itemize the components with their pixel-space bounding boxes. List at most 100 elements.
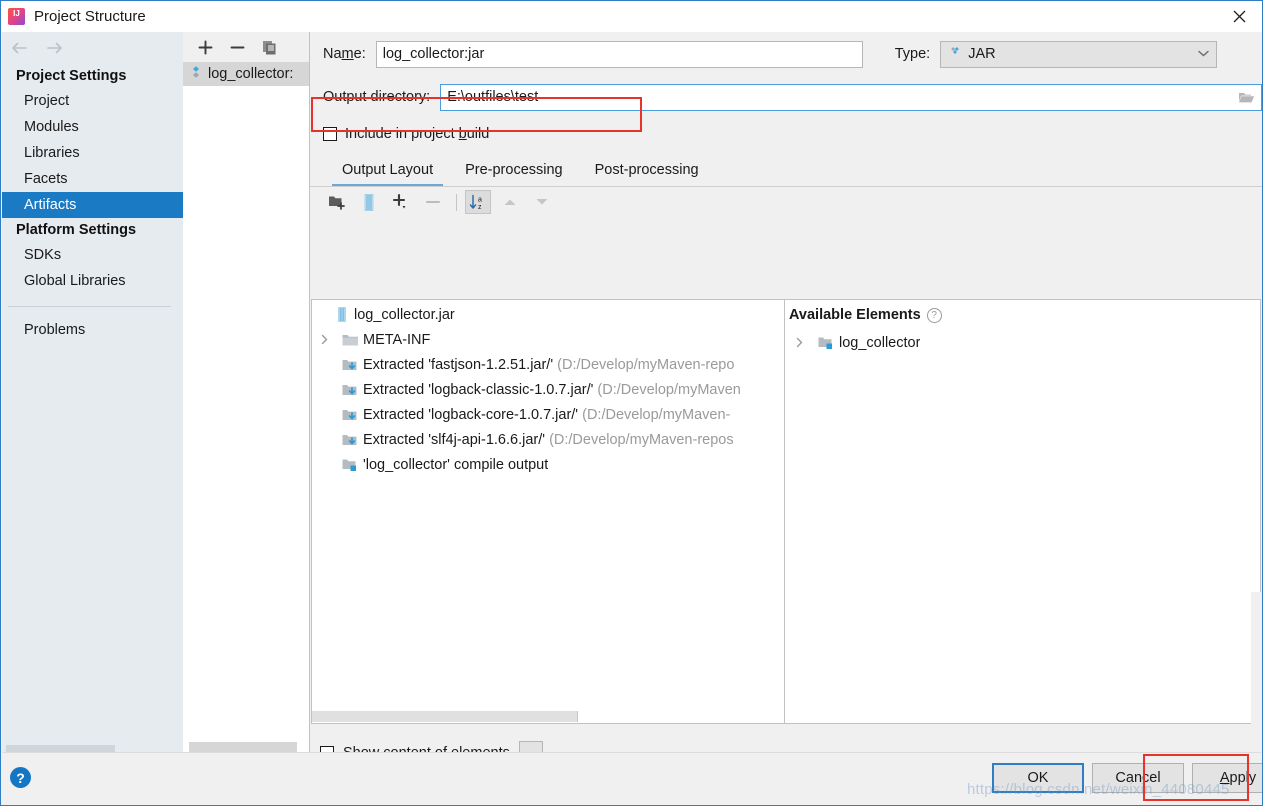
sidebar-item-libraries[interactable]: Libraries [2, 140, 183, 166]
watermark-text: https://blog.csdn.net/weixin_44080445 [967, 781, 1230, 798]
sidebar-item-project[interactable]: Project [2, 88, 183, 114]
name-input[interactable] [376, 41, 863, 68]
extracted-icon [341, 383, 360, 397]
sidebar-item-global-libraries[interactable]: Global Libraries [2, 268, 183, 294]
folder-open-icon[interactable] [1231, 90, 1261, 104]
arrow-up-icon [497, 190, 523, 214]
help-circle-icon[interactable]: ? [10, 767, 31, 788]
type-label: Type: [895, 46, 930, 62]
artifact-type-select[interactable]: JAR [940, 41, 1217, 68]
available-elements-title: Available Elements [789, 307, 921, 323]
arrow-left-icon[interactable] [8, 37, 30, 59]
include-in-build-checkbox[interactable] [323, 127, 337, 141]
layout-split-panes: log_collector.jar META-INF [310, 299, 1262, 724]
name-row: Name: Type: JAR [310, 32, 1262, 76]
arrow-right-icon[interactable] [43, 37, 65, 59]
new-folder-icon[interactable] [324, 190, 350, 214]
tree-row[interactable]: Extracted 'fastjson-1.2.51.jar/' (D:/Dev… [312, 352, 784, 377]
tree-row-label: log_collector.jar [354, 307, 455, 323]
sidebar-item-sdks[interactable]: SDKs [2, 242, 183, 268]
sidebar-item-artifacts[interactable]: Artifacts [2, 192, 183, 218]
tree-row-label: Extracted 'fastjson-1.2.51.jar/' (D:/Dev… [363, 357, 734, 373]
tree-row-label: 'log_collector' compile output [363, 457, 548, 473]
toolbar-separator [456, 194, 457, 211]
pane-edge-strip [1251, 592, 1261, 754]
artifacts-list-panel: log_collector: [183, 32, 310, 754]
output-directory-input[interactable] [441, 85, 1231, 110]
folder-icon [341, 333, 360, 347]
tree-row-label: Extracted 'logback-classic-1.0.7.jar/' (… [363, 382, 741, 398]
sidebar-group-platform-settings: Platform Settings [2, 218, 183, 242]
tree-row-path: (D:/Develop/myMaven-repo [557, 357, 734, 373]
tree-row[interactable]: log_collector.jar [312, 302, 784, 327]
close-icon[interactable] [1217, 1, 1262, 32]
extracted-icon [341, 358, 360, 372]
available-elements-panel: Available Elements ? log_collector [784, 299, 1261, 724]
output-directory-field[interactable] [440, 84, 1262, 111]
tab-post-processing[interactable]: Post-processing [579, 158, 715, 186]
include-in-build-row[interactable]: Include in project build [310, 118, 1262, 150]
tree-row-path: (D:/Develop/myMaven [597, 382, 740, 398]
artifacts-toolbar [183, 32, 309, 62]
tree-row[interactable]: META-INF [312, 327, 784, 352]
settings-sidebar: Project Settings Project Modules Librari… [2, 32, 183, 754]
chevron-right-icon[interactable] [316, 334, 332, 345]
tree-row-label: Extracted 'logback-core-1.0.7.jar/' (D:/… [363, 407, 730, 423]
chevron-right-icon[interactable] [791, 337, 807, 348]
module-icon [817, 336, 836, 350]
intellij-idea-icon [8, 8, 25, 25]
tree-horizontal-scrollbar[interactable] [312, 709, 783, 723]
include-in-build-label: Include in project build [345, 126, 489, 142]
minus-icon [420, 190, 446, 214]
plus-icon[interactable] [195, 37, 215, 57]
output-layout-toolbar: a z [310, 187, 1262, 217]
sidebar-item-modules[interactable]: Modules [2, 114, 183, 140]
navigation-arrows [2, 32, 183, 64]
tree-row-path: (D:/Develop/myMaven-repos [549, 432, 734, 448]
minus-icon[interactable] [227, 37, 247, 57]
sidebar-item-problems[interactable]: Problems [2, 317, 183, 343]
tree-row-label: META-INF [363, 332, 430, 348]
output-directory-row: Output directory: [310, 76, 1262, 118]
available-elements-header: Available Elements ? [785, 300, 1260, 330]
chevron-down-icon [1197, 46, 1210, 62]
jar-artifact-icon [947, 45, 961, 63]
artifact-list-item[interactable]: log_collector: [183, 62, 309, 86]
plus-dropdown-icon[interactable] [388, 190, 414, 214]
artifact-editor-panel: Name: Type: JAR Output direc [310, 32, 1262, 754]
svg-text:z: z [478, 204, 482, 211]
editor-tabs: Output Layout Pre-processing Post-proces… [310, 155, 1262, 187]
tab-pre-processing[interactable]: Pre-processing [449, 158, 579, 186]
help-question-icon[interactable]: ? [927, 308, 942, 323]
compile-output-icon [341, 458, 360, 472]
archive-jar-icon[interactable] [356, 190, 382, 214]
name-label: Name: [323, 46, 366, 62]
sidebar-divider [8, 306, 171, 307]
tree-row[interactable]: Extracted 'slf4j-api-1.6.6.jar/' (D:/Dev… [312, 427, 784, 452]
sidebar-item-facets[interactable]: Facets [2, 166, 183, 192]
sort-az-icon[interactable]: a z [465, 190, 491, 214]
scrollbar-thumb[interactable] [189, 742, 297, 752]
tree-row[interactable]: Extracted 'logback-classic-1.0.7.jar/' (… [312, 377, 784, 402]
svg-text:a: a [478, 196, 482, 203]
sidebar-group-project-settings: Project Settings [2, 64, 183, 88]
tree-row[interactable]: Extracted 'logback-core-1.0.7.jar/' (D:/… [312, 402, 784, 427]
tree-row-path: (D:/Develop/myMaven- [582, 407, 730, 423]
page-title: Project Structure [34, 8, 146, 25]
arrow-down-icon [529, 190, 555, 214]
archive-jar-icon [332, 307, 351, 322]
list-item[interactable]: log_collector [785, 330, 1260, 355]
extracted-icon [341, 408, 360, 422]
scrollbar-thumb[interactable] [312, 711, 578, 722]
output-layout-tree-panel: log_collector.jar META-INF [311, 299, 784, 724]
tree-row[interactable]: 'log_collector' compile output [312, 452, 784, 477]
tree-row-label: Extracted 'slf4j-api-1.6.6.jar/' (D:/Dev… [363, 432, 734, 448]
output-layout-tree: log_collector.jar META-INF [312, 300, 784, 477]
copy-icon[interactable] [259, 37, 279, 57]
title-bar: Project Structure [1, 1, 1262, 32]
jar-artifact-icon [189, 65, 203, 83]
extracted-icon [341, 433, 360, 447]
tab-output-layout[interactable]: Output Layout [326, 158, 449, 186]
output-directory-label: Output directory: [323, 89, 430, 105]
list-item-label: log_collector [839, 335, 920, 351]
